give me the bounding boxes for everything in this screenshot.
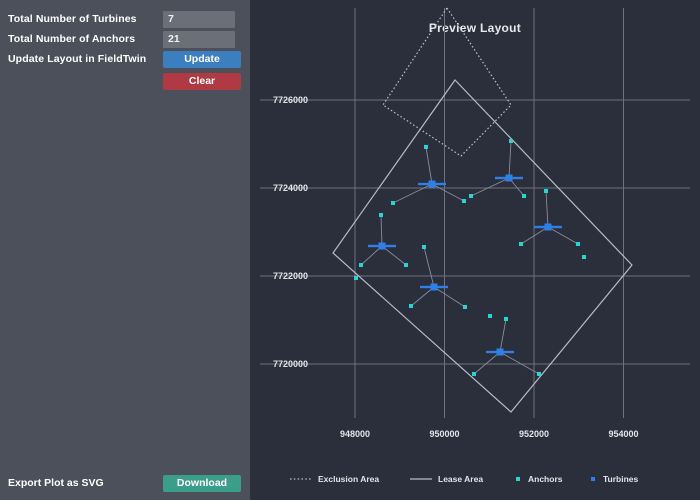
svg-text:Turbines: Turbines (603, 474, 639, 484)
anchors-label: Total Number of Anchors (8, 33, 136, 45)
preview-layout-plot[interactable]: 948000 950000 952000 954000 772000077220007… (250, 0, 700, 500)
anchors-input[interactable]: 21 (163, 30, 235, 48)
turbines-label: Total Number of Turbines (8, 13, 137, 25)
control-sidebar: Total Number of Turbines 7 Total Number … (0, 0, 250, 500)
clear-button[interactable]: Clear (163, 72, 241, 90)
update-button[interactable]: Update (163, 50, 241, 68)
anchors-row: Total Number of Anchors 21 (8, 30, 242, 48)
chart-panel: Preview Layout 948000 950000 952000 954000 … (250, 0, 700, 500)
clear-row: Clear (8, 72, 242, 90)
svg-text:Exclusion Area: Exclusion Area (318, 474, 379, 484)
svg-text:7722000: 7722000 (273, 271, 308, 281)
svg-text:Anchors: Anchors (528, 474, 563, 484)
exclusion-area-polygon (382, 6, 512, 157)
export-row: Export Plot as SVG Download (8, 474, 242, 492)
svg-text:Lease Area: Lease Area (438, 474, 483, 484)
svg-text:950000: 950000 (429, 429, 459, 439)
download-button[interactable]: Download (163, 474, 241, 492)
svg-text:948000: 948000 (340, 429, 370, 439)
chart-legend: Exclusion Area Lease Area Anchors Turbines (290, 474, 639, 484)
svg-text:7726000: 7726000 (273, 95, 308, 105)
svg-text:7724000: 7724000 (273, 183, 308, 193)
grid-lines (260, 8, 690, 418)
turbines-input[interactable]: 7 (163, 10, 235, 28)
update-layout-label: Update Layout in FieldTwin (8, 53, 147, 65)
turbines-row: Total Number of Turbines 7 (8, 10, 242, 28)
mooring-lines (360, 140, 579, 375)
app-window: Total Number of Turbines 7 Total Number … (0, 0, 700, 500)
update-layout-row: Update Layout in FieldTwin Update (8, 50, 242, 68)
svg-text:7720000: 7720000 (273, 359, 308, 369)
svg-text:952000: 952000 (519, 429, 549, 439)
export-label: Export Plot as SVG (8, 477, 104, 489)
y-axis-tick-labels: 7720000 7722000 7724000 7726000 (273, 95, 308, 369)
x-axis-tick-labels: 948000 950000 952000 954000 (340, 429, 639, 439)
svg-text:954000: 954000 (608, 429, 638, 439)
